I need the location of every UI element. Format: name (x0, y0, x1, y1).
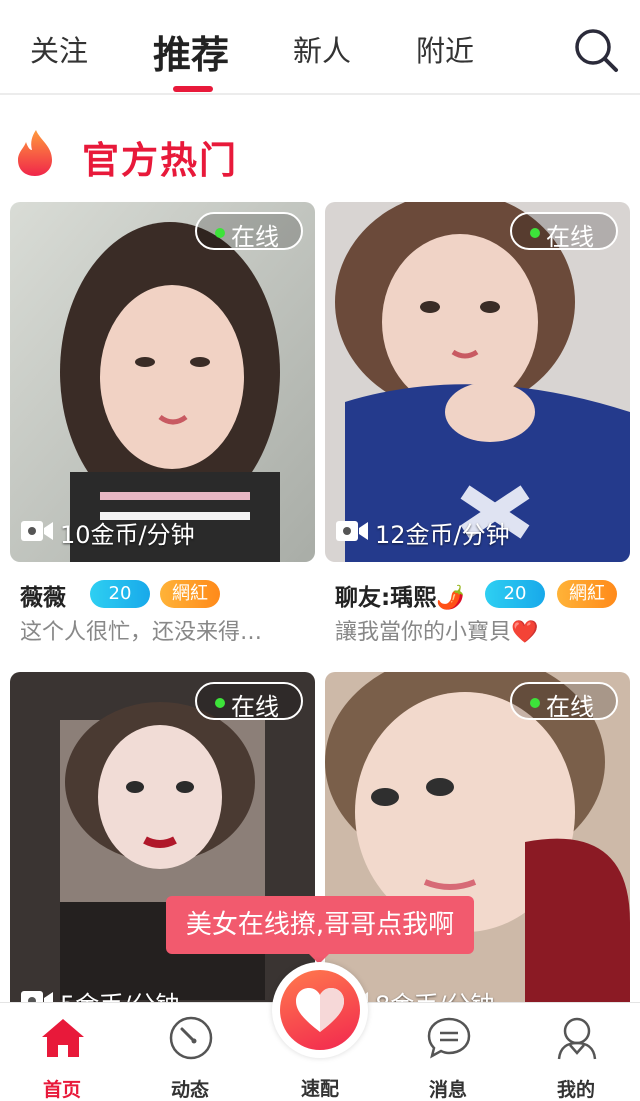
compass-icon (169, 1016, 213, 1060)
price-rate: 10金币/分钟 (20, 515, 310, 549)
name-row: 聊友:瑀熙🌶️ 20 網紅 (335, 578, 635, 612)
video-camera-icon (336, 521, 368, 541)
user-photo[interactable]: 在线 5金币/分钟 (10, 672, 315, 1032)
nav-moments[interactable]: 动态 (140, 1003, 240, 1101)
nav-home[interactable]: 首页 (12, 1003, 112, 1101)
online-dot-icon (215, 228, 225, 238)
name-row: 薇薇 20 網紅 (20, 578, 320, 612)
active-tab-indicator (173, 86, 213, 92)
online-dot-icon (530, 228, 540, 238)
tag-badge: 網紅 (160, 580, 220, 608)
online-badge: 在线 (510, 212, 618, 251)
message-icon (427, 1017, 471, 1059)
match-tooltip[interactable]: 美女在线撩,哥哥点我啊 (166, 896, 474, 954)
user-name: 聊友:瑀熙🌶️ (335, 585, 465, 611)
search-icon[interactable] (572, 26, 620, 74)
video-camera-icon (21, 521, 53, 541)
online-badge: 在线 (510, 682, 618, 721)
user-bio: 讓我當你的小寶貝❤️ (335, 620, 539, 645)
tab-recommend[interactable]: 推荐 (153, 24, 229, 79)
quick-match-circle (280, 970, 360, 1050)
nav-quick-match-label[interactable]: 速配 (270, 1074, 370, 1101)
online-dot-icon (530, 698, 540, 708)
user-photo[interactable]: 在线 12金币/分钟 (325, 202, 630, 562)
online-dot-icon (215, 698, 225, 708)
tab-nearby[interactable]: 附近 (416, 28, 474, 70)
online-badge: 在线 (195, 682, 303, 721)
price-rate: 12金币/分钟 (335, 515, 625, 549)
section-title: 官方热门 (82, 139, 238, 182)
online-badge: 在线 (195, 212, 303, 251)
user-icon (557, 1017, 597, 1060)
age-badge: 20 (485, 580, 545, 608)
tag-badge: 網紅 (557, 580, 617, 608)
nav-messages[interactable]: 消息 (398, 1003, 498, 1101)
home-icon (42, 1019, 84, 1057)
tab-new[interactable]: 新人 (293, 28, 351, 70)
user-bio: 这个人很忙，还没来得… (20, 620, 263, 645)
nav-profile[interactable]: 我的 (526, 1003, 626, 1101)
top-tab-bar: 关注 推荐 新人 附近 (0, 0, 640, 95)
user-name: 薇薇 (20, 585, 66, 611)
quick-match-button[interactable] (272, 962, 368, 1058)
tab-follow[interactable]: 关注 (30, 28, 88, 70)
heart-icon (296, 988, 344, 1032)
section-header: 官方热门 (14, 126, 314, 182)
age-badge: 20 (90, 580, 150, 608)
flame-icon (18, 130, 52, 176)
user-photo[interactable]: 在线 8金币/分钟 (325, 672, 630, 1032)
user-photo[interactable]: 在线 10金币/分钟 (10, 202, 315, 562)
